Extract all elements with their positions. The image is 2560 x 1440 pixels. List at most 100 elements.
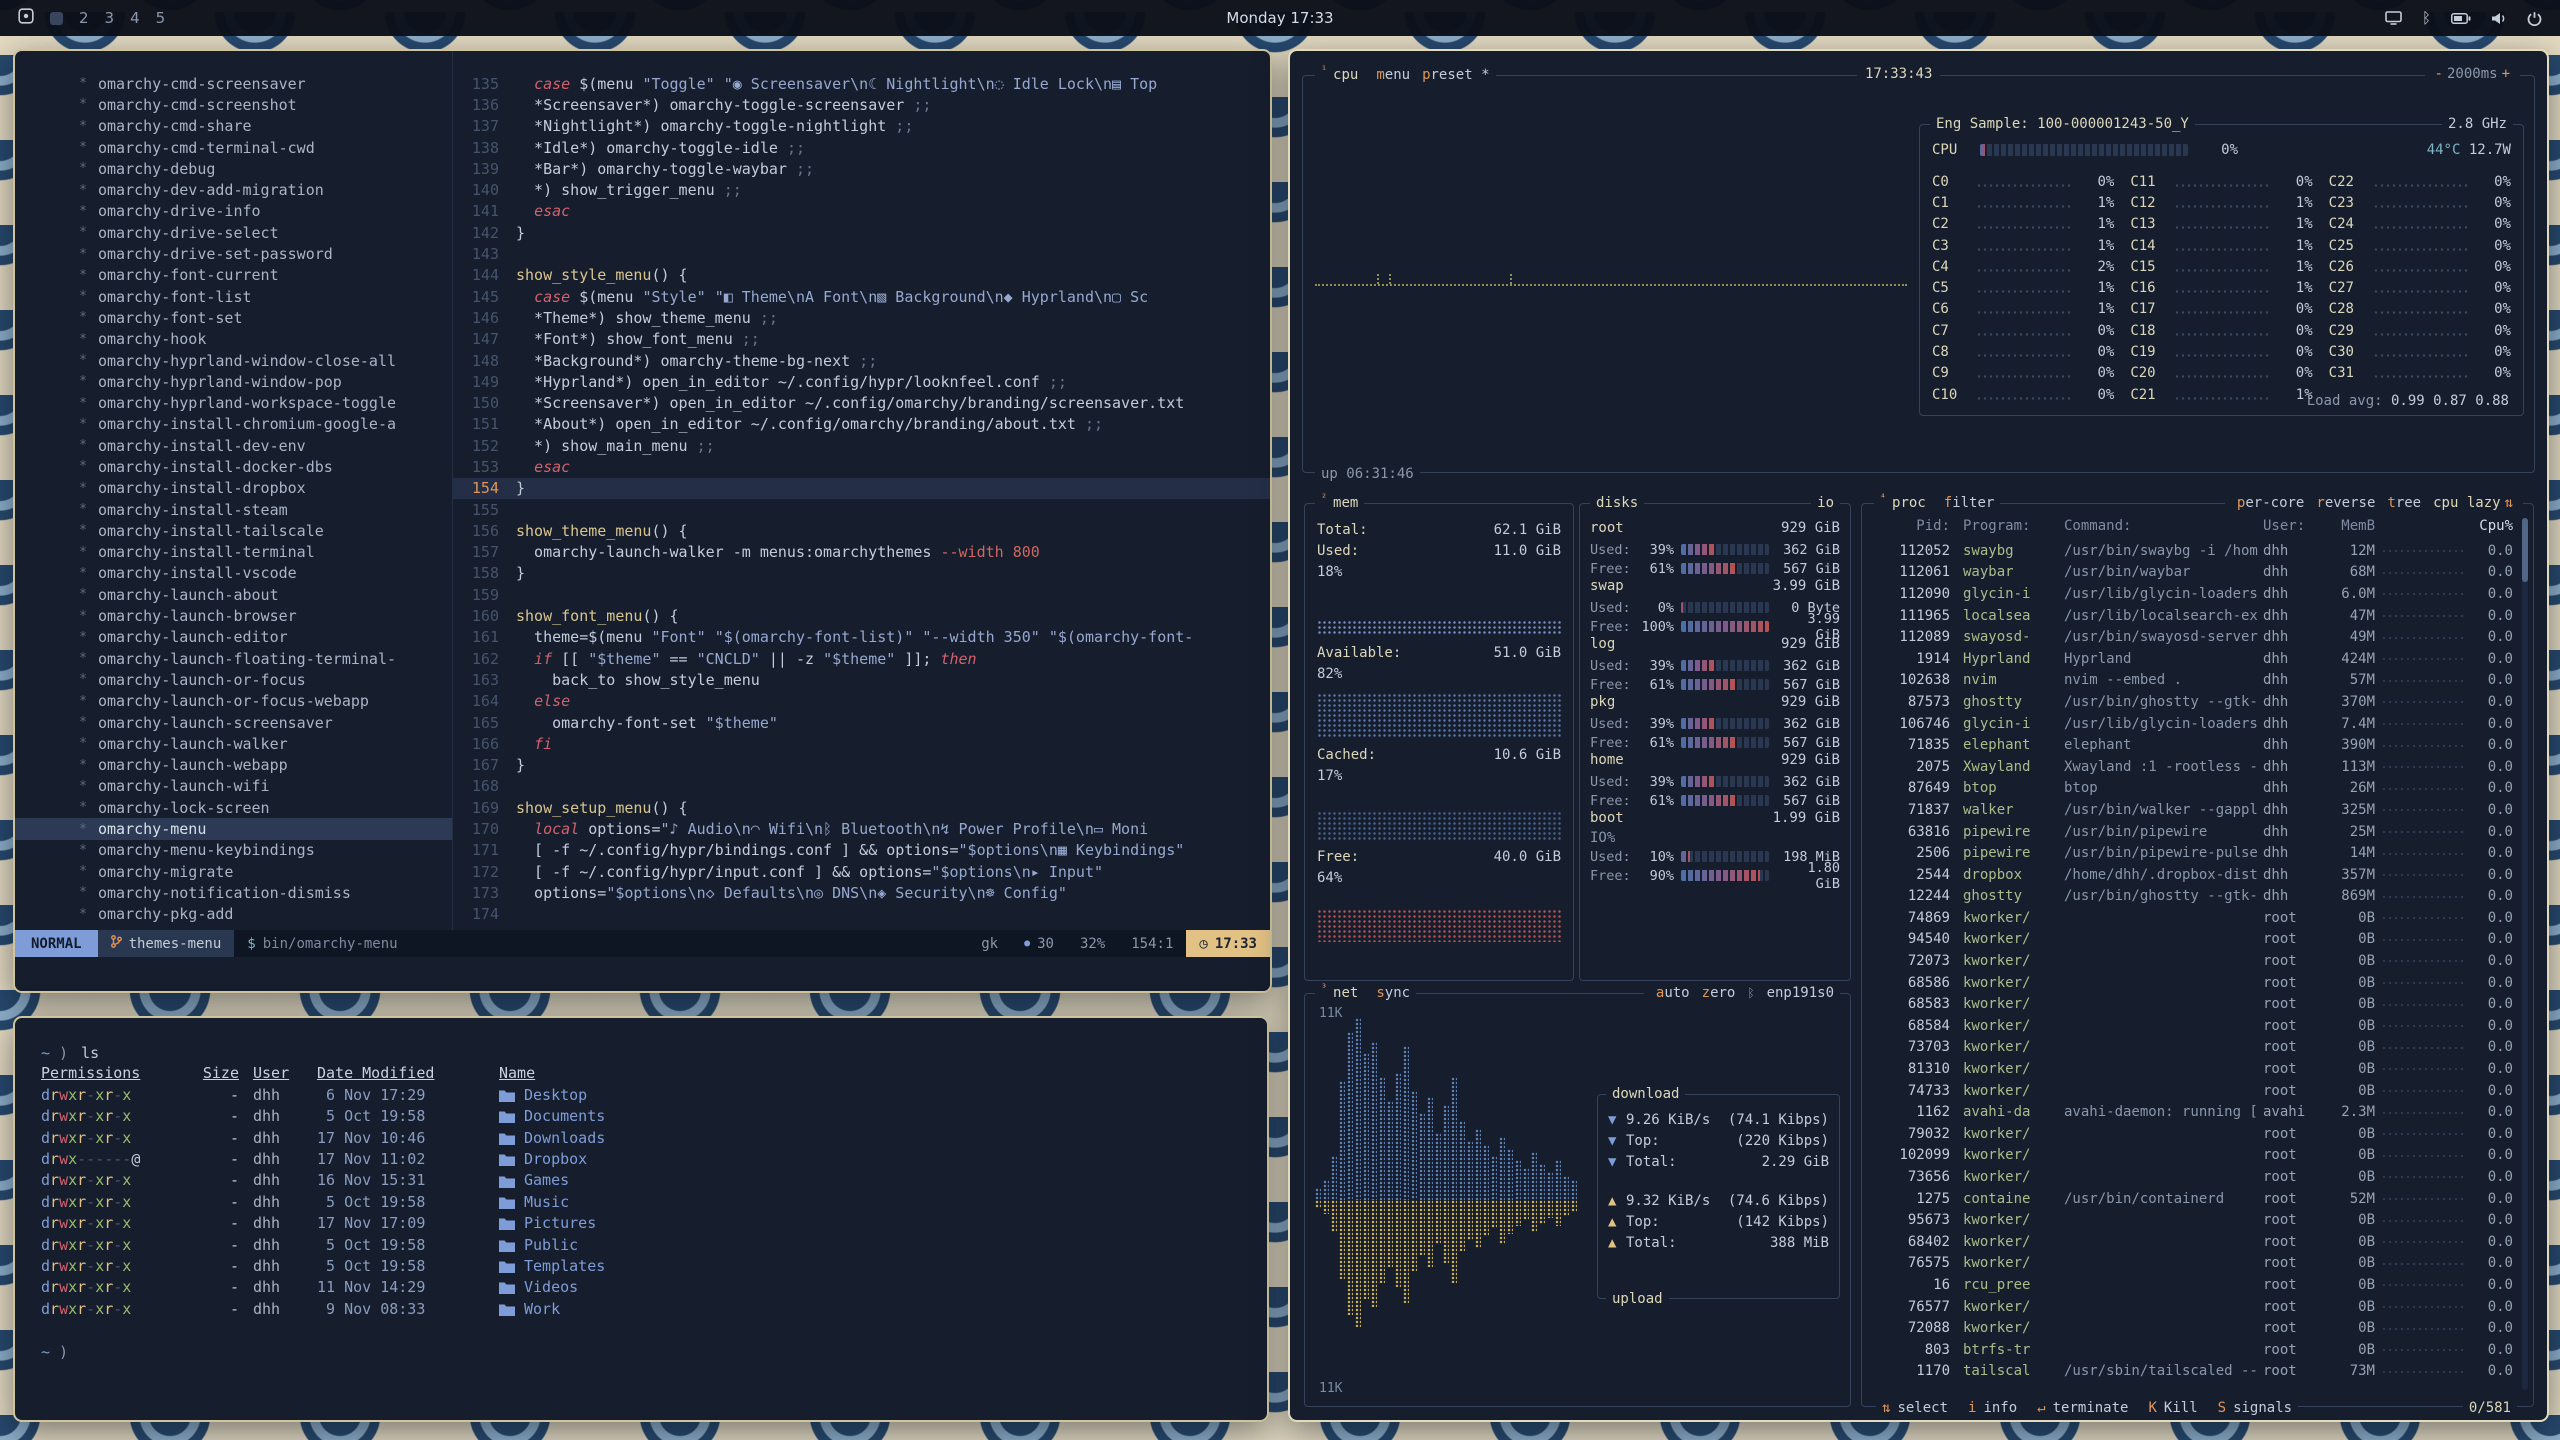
process-row[interactable]: 95673kworker/root0B0.0 (1874, 1209, 2513, 1231)
file-item[interactable]: *omarchy-install-vscode (15, 563, 452, 584)
code-line[interactable]: 158} (453, 563, 1270, 584)
interval-increase[interactable]: + (2498, 66, 2514, 82)
code-line[interactable]: 137 *Nightlight*) omarchy-toggle-nightli… (453, 116, 1270, 137)
file-item[interactable]: *omarchy-hyprland-workspace-toggle (15, 392, 452, 413)
file-item[interactable]: *omarchy-font-set (15, 307, 452, 328)
code-line[interactable]: 155 (453, 499, 1270, 520)
code-line[interactable]: 157 omarchy-launch-walker -m menus:omarc… (453, 542, 1270, 563)
code-line[interactable]: 164 else (453, 691, 1270, 712)
workspace-4[interactable]: 4 (130, 9, 140, 27)
code-line[interactable]: 142} (453, 222, 1270, 243)
file-item[interactable]: *omarchy-install-dropbox (15, 478, 452, 499)
process-row[interactable]: 76575kworker/root0B0.0 (1874, 1253, 2513, 1275)
file-item[interactable]: *omarchy-font-list (15, 286, 452, 307)
code-line[interactable]: 171 [ -f ~/.config/hypr/bindings.conf ] … (453, 840, 1270, 861)
code-line[interactable]: 172 [ -f ~/.config/hypr/input.conf ] && … (453, 861, 1270, 882)
workspace-2[interactable]: 2 (79, 9, 89, 27)
directory-link[interactable]: Music (499, 1192, 1241, 1213)
code-line[interactable]: 150 *Screensaver*) open_in_editor ~/.con… (453, 392, 1270, 413)
workspace-1-active[interactable] (50, 12, 63, 25)
file-item[interactable]: *omarchy-launch-or-focus (15, 669, 452, 690)
file-item[interactable]: *omarchy-menu (15, 818, 452, 839)
directory-link[interactable]: Pictures (499, 1213, 1241, 1234)
file-item[interactable]: *omarchy-launch-browser (15, 605, 452, 626)
code-line[interactable]: 140 *) show_trigger_menu ;; (453, 179, 1270, 200)
code-line[interactable]: 170 local options="♪ Audio\n◠ Wifi\nᛒ Bl… (453, 818, 1270, 839)
directory-link[interactable]: Work (499, 1299, 1241, 1320)
process-row[interactable]: 12244ghostty/usr/bin/ghostty --gtk-dhh86… (1874, 886, 2513, 908)
update-interval[interactable]: -2000ms+ (2425, 66, 2520, 82)
directory-link[interactable]: Videos (499, 1277, 1241, 1298)
volume-icon[interactable] (2491, 12, 2507, 25)
process-row[interactable]: 71837walker/usr/bin/walker --gappldhh325… (1874, 799, 2513, 821)
code-line[interactable]: 149 *Hyprland*) open_in_editor ~/.config… (453, 371, 1270, 392)
process-row[interactable]: 72088kworker/root0B0.0 (1874, 1317, 2513, 1339)
code-line[interactable]: 167} (453, 755, 1270, 776)
hotkey-menu[interactable]: menu (1376, 66, 1410, 84)
file-item[interactable]: *omarchy-pkg-add (15, 904, 452, 925)
directory-link[interactable]: Downloads (499, 1128, 1241, 1149)
code-line[interactable]: 145 case $(menu "Style" "◧ Theme\nA Font… (453, 286, 1270, 307)
code-line[interactable]: 151 *About*) open_in_editor ~/.config/om… (453, 414, 1270, 435)
code-line[interactable]: 141 esac (453, 201, 1270, 222)
hotkey-tree[interactable]: tree (2387, 494, 2421, 512)
hotkey-per-core[interactable]: per-core (2237, 494, 2304, 512)
file-item[interactable]: *omarchy-install-chromium-google-a (15, 414, 452, 435)
process-row[interactable]: 102638nvimnvim --embed .dhh57M0.0 (1874, 670, 2513, 692)
file-item[interactable]: *omarchy-launch-walker (15, 733, 452, 754)
file-item[interactable]: *omarchy-debug (15, 158, 452, 179)
process-row[interactable]: 79032kworker/root0B0.0 (1874, 1123, 2513, 1145)
file-item[interactable]: *omarchy-hyprland-window-pop (15, 371, 452, 392)
power-icon[interactable] (2527, 11, 2542, 26)
process-row[interactable]: 87573ghostty/usr/bin/ghostty --gtk-dhh37… (1874, 691, 2513, 713)
file-item[interactable]: *omarchy-launch-screensaver (15, 712, 452, 733)
code-line[interactable]: 165 omarchy-font-set "$theme" (453, 712, 1270, 733)
file-item[interactable]: *omarchy-cmd-screenshot (15, 94, 452, 115)
process-row[interactable]: 102099kworker/root0B0.0 (1874, 1145, 2513, 1167)
file-item[interactable]: *omarchy-launch-floating-terminal- (15, 648, 452, 669)
process-row[interactable]: 1170tailscal/usr/sbin/tailscaled --root7… (1874, 1361, 2513, 1383)
net-interface[interactable]: enp191s0 (1767, 984, 1834, 1002)
proc-action-info[interactable]: iinfo (1968, 1400, 2017, 1416)
file-item[interactable]: *omarchy-drive-info (15, 201, 452, 222)
process-row[interactable]: 71835elephantelephantdhh390M0.0 (1874, 734, 2513, 756)
file-item[interactable]: *omarchy-install-terminal (15, 542, 452, 563)
prompt-line[interactable]: ~) (41, 1341, 1241, 1362)
process-row[interactable]: 16rcu_preeroot0B0.0 (1874, 1274, 2513, 1296)
file-item[interactable]: *omarchy-cmd-screensaver (15, 73, 452, 94)
proc-action-Kill[interactable]: KKill (2148, 1400, 2197, 1416)
code-line[interactable]: 144show_style_menu() { (453, 265, 1270, 286)
process-row[interactable]: 72073kworker/root0B0.0 (1874, 950, 2513, 972)
file-item[interactable]: *omarchy-launch-or-focus-webapp (15, 691, 452, 712)
code-line[interactable]: 173 options="$options\n◇ Defaults\n◎ DNS… (453, 882, 1270, 903)
code-line[interactable]: 162 if [[ "$theme" == "CNCLD" || -z "$th… (453, 648, 1270, 669)
code-line[interactable]: 139 *Bar*) omarchy-toggle-waybar ;; (453, 158, 1270, 179)
process-row[interactable]: 87649btopbtopdhh26M0.0 (1874, 778, 2513, 800)
code-line[interactable]: 174 (453, 904, 1270, 925)
code-line[interactable]: 138 *Idle*) omarchy-toggle-idle ;; (453, 137, 1270, 158)
file-item[interactable]: *omarchy-font-current (15, 265, 452, 286)
code-line[interactable]: 143 (453, 243, 1270, 264)
code-line[interactable]: 154} (453, 478, 1270, 499)
file-item[interactable]: *omarchy-hyprland-window-close-all (15, 350, 452, 371)
file-item[interactable]: *omarchy-cmd-terminal-cwd (15, 137, 452, 158)
process-row[interactable]: 1162avahi-daavahi-daemon: running [avahi… (1874, 1101, 2513, 1123)
code-line[interactable]: 147 *Font*) show_font_menu ;; (453, 329, 1270, 350)
file-item[interactable]: *omarchy-install-tailscale (15, 520, 452, 541)
file-item[interactable]: *omarchy-cmd-share (15, 116, 452, 137)
directory-link[interactable]: Templates (499, 1256, 1241, 1277)
process-row[interactable]: 111965localsea/usr/lib/localsearch-exdhh… (1874, 605, 2513, 627)
process-row[interactable]: 68583kworker/root0B0.0 (1874, 993, 2513, 1015)
command-line[interactable] (15, 957, 1270, 991)
process-row[interactable]: 112052swaybg/usr/bin/swaybg -i /homdhh12… (1874, 540, 2513, 562)
file-item[interactable]: *omarchy-launch-about (15, 584, 452, 605)
process-row[interactable]: 112090glycin-i/usr/lib/glycin-loadersdhh… (1874, 583, 2513, 605)
file-item[interactable]: *omarchy-install-docker-dbs (15, 456, 452, 477)
code-line[interactable]: 146 *Theme*) show_theme_menu ;; (453, 307, 1270, 328)
code-line[interactable]: 168 (453, 776, 1270, 797)
code-line[interactable]: 159 (453, 584, 1270, 605)
process-row[interactable]: 2506pipewire/usr/bin/pipewire-pulsedhh14… (1874, 842, 2513, 864)
code-line[interactable]: 160show_font_menu() { (453, 605, 1270, 626)
sort-arrows-icon[interactable]: ⇅ (2501, 495, 2517, 511)
file-item[interactable]: *omarchy-menu-keybindings (15, 840, 452, 861)
